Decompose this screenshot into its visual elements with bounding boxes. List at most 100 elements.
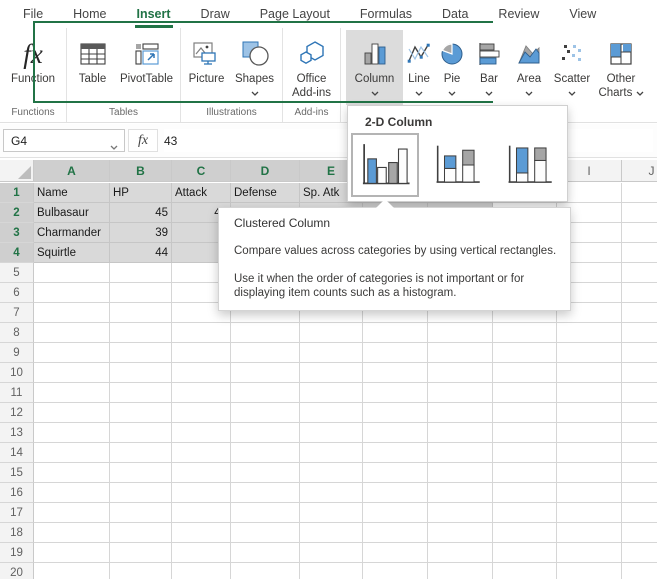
cell-C12[interactable]: [172, 403, 231, 423]
cell-D18[interactable]: [231, 523, 300, 543]
cell-C17[interactable]: [172, 503, 231, 523]
cell-G12[interactable]: [428, 403, 493, 423]
cell-A19[interactable]: [34, 543, 110, 563]
cell-D14[interactable]: [231, 443, 300, 463]
picture-button[interactable]: Picture: [184, 30, 230, 105]
cell-I14[interactable]: [557, 443, 622, 463]
cell-E13[interactable]: [300, 423, 363, 443]
cell-E15[interactable]: [300, 463, 363, 483]
cell-B8[interactable]: [110, 323, 172, 343]
cell-F8[interactable]: [363, 323, 428, 343]
tab-data[interactable]: Data: [427, 0, 483, 28]
cell-E20[interactable]: [300, 563, 363, 579]
cell-B7[interactable]: [110, 303, 172, 323]
cell-B18[interactable]: [110, 523, 172, 543]
cell-G17[interactable]: [428, 503, 493, 523]
cell-A6[interactable]: [34, 283, 110, 303]
cell-J16[interactable]: [622, 483, 657, 503]
tab-formulas[interactable]: Formulas: [345, 0, 427, 28]
row-header-2[interactable]: 2: [0, 203, 34, 223]
cell-H9[interactable]: [493, 343, 557, 363]
office-addins-button[interactable]: Office Add-ins: [285, 30, 339, 105]
stacked-100-column-option[interactable]: [495, 133, 563, 197]
cell-B16[interactable]: [110, 483, 172, 503]
cell-B15[interactable]: [110, 463, 172, 483]
row-header-9[interactable]: 9: [0, 343, 34, 363]
cell-C13[interactable]: [172, 423, 231, 443]
bar-chart-button[interactable]: Bar: [469, 30, 509, 105]
cell-C15[interactable]: [172, 463, 231, 483]
cell-H15[interactable]: [493, 463, 557, 483]
cell-E8[interactable]: [300, 323, 363, 343]
cell-J10[interactable]: [622, 363, 657, 383]
row-header-15[interactable]: 15: [0, 463, 34, 483]
tab-insert[interactable]: Insert: [122, 0, 186, 28]
cell-H18[interactable]: [493, 523, 557, 543]
cell-J19[interactable]: [622, 543, 657, 563]
cell-E19[interactable]: [300, 543, 363, 563]
cell-A11[interactable]: [34, 383, 110, 403]
cell-A12[interactable]: [34, 403, 110, 423]
cell-A4[interactable]: Squirtle: [34, 243, 110, 263]
name-box[interactable]: G4: [3, 129, 125, 152]
cell-G11[interactable]: [428, 383, 493, 403]
cell-D8[interactable]: [231, 323, 300, 343]
cell-G20[interactable]: [428, 563, 493, 579]
cell-H16[interactable]: [493, 483, 557, 503]
cell-D9[interactable]: [231, 343, 300, 363]
cell-C11[interactable]: [172, 383, 231, 403]
row-header-3[interactable]: 3: [0, 223, 34, 243]
row-header-19[interactable]: 19: [0, 543, 34, 563]
cell-C16[interactable]: [172, 483, 231, 503]
row-header-11[interactable]: 11: [0, 383, 34, 403]
column-header-B[interactable]: B: [110, 160, 172, 182]
cell-J5[interactable]: [622, 263, 657, 283]
cell-A2[interactable]: Bulbasaur: [34, 203, 110, 223]
cell-D12[interactable]: [231, 403, 300, 423]
function-button[interactable]: fx Function: [2, 30, 64, 105]
cell-F9[interactable]: [363, 343, 428, 363]
cell-F19[interactable]: [363, 543, 428, 563]
clustered-column-option[interactable]: [351, 133, 420, 197]
cell-H13[interactable]: [493, 423, 557, 443]
row-header-17[interactable]: 17: [0, 503, 34, 523]
cell-A15[interactable]: [34, 463, 110, 483]
cell-I20[interactable]: [557, 563, 622, 579]
cell-G19[interactable]: [428, 543, 493, 563]
cell-G18[interactable]: [428, 523, 493, 543]
row-header-13[interactable]: 13: [0, 423, 34, 443]
cell-A10[interactable]: [34, 363, 110, 383]
cell-F16[interactable]: [363, 483, 428, 503]
cell-I11[interactable]: [557, 383, 622, 403]
area-chart-button[interactable]: Area: [509, 30, 549, 105]
cell-A5[interactable]: [34, 263, 110, 283]
cell-F13[interactable]: [363, 423, 428, 443]
tab-view[interactable]: View: [554, 0, 611, 28]
cell-E16[interactable]: [300, 483, 363, 503]
table-button[interactable]: Table: [70, 30, 116, 105]
other-charts-button[interactable]: Other Charts: [595, 30, 647, 105]
cell-J17[interactable]: [622, 503, 657, 523]
cell-J12[interactable]: [622, 403, 657, 423]
cell-G13[interactable]: [428, 423, 493, 443]
cell-J18[interactable]: [622, 523, 657, 543]
cell-F15[interactable]: [363, 463, 428, 483]
line-chart-button[interactable]: Line: [403, 30, 435, 105]
cell-J8[interactable]: [622, 323, 657, 343]
cell-B20[interactable]: [110, 563, 172, 579]
cell-A7[interactable]: [34, 303, 110, 323]
cell-D1[interactable]: Defense: [231, 183, 300, 203]
cell-D16[interactable]: [231, 483, 300, 503]
cell-I8[interactable]: [557, 323, 622, 343]
cell-B1[interactable]: HP: [110, 183, 172, 203]
cell-B19[interactable]: [110, 543, 172, 563]
cell-J9[interactable]: [622, 343, 657, 363]
cell-F11[interactable]: [363, 383, 428, 403]
cell-J1[interactable]: [622, 183, 657, 203]
cell-I13[interactable]: [557, 423, 622, 443]
tab-home[interactable]: Home: [58, 0, 121, 28]
row-header-4[interactable]: 4: [0, 243, 34, 263]
cell-G14[interactable]: [428, 443, 493, 463]
cell-B2[interactable]: 45: [110, 203, 172, 223]
cell-J6[interactable]: [622, 283, 657, 303]
